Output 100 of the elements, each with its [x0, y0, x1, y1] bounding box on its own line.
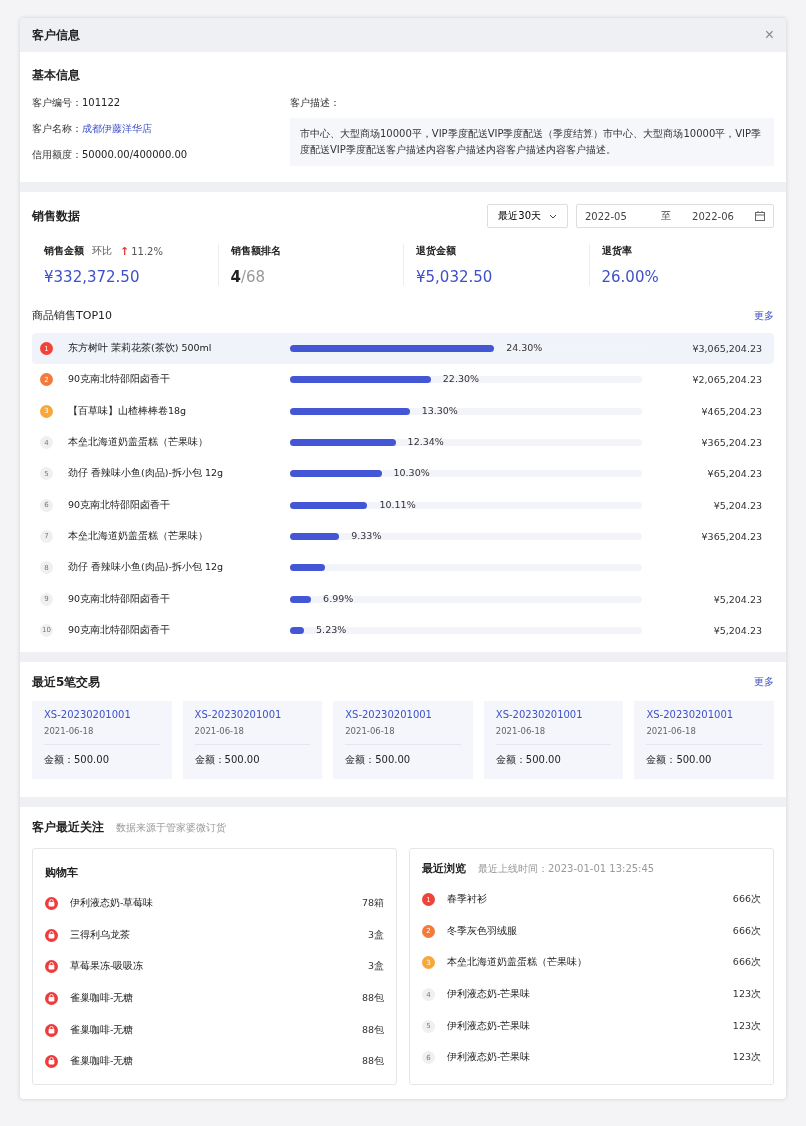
sales-percent: 10.30%: [393, 466, 430, 481]
trade-date: 2021-06-18: [44, 725, 160, 745]
panel-title: 最近浏览: [422, 860, 466, 876]
product-name: 本垒北海道奶盖蛋糕（芒果味）: [68, 529, 209, 543]
subsection-title: 商品销售TOP10: [32, 308, 112, 323]
browse-item-name: 冬季灰色羽绒服: [447, 924, 518, 938]
rank-total: /68: [240, 268, 266, 286]
date-range-field[interactable]: 2022-05 至 2022-06: [576, 204, 774, 228]
product-name: 本垒北海道奶盖蛋糕（芒果味）: [68, 436, 209, 450]
stat-value: ¥332,372.50: [44, 268, 141, 286]
cart-item-quantity: 3盒: [367, 960, 384, 974]
panel-title: 购物车: [45, 865, 78, 879]
sales-amount: ¥5,204.23: [712, 593, 762, 605]
info-field: 客户名称：成都伊藤洋华店: [32, 122, 282, 136]
rank-value: 4: [230, 268, 241, 286]
product-name: 劲仔 香辣味小鱼(肉品)-拆小包 12g: [68, 467, 224, 481]
trade-amount: 金额：500.00: [194, 752, 261, 767]
sales-amount: ¥3,065,204.23: [691, 343, 762, 355]
trade-card[interactable]: XS-20230201001 2021-06-18 金额：500.00: [333, 700, 473, 779]
trade-date: 2021-06-18: [194, 725, 311, 745]
trade-card[interactable]: XS-20230201001 2021-06-18 金额：500.00: [634, 700, 774, 779]
sales-percent: 5.23%: [316, 622, 347, 637]
product-name: 90克南北特邵阳卤香干: [68, 373, 172, 387]
stat-value: ¥5,032.50: [416, 268, 494, 286]
shopping-bag-icon: [45, 1055, 58, 1069]
section-title: 基本信息: [32, 68, 80, 82]
browse-item-name: 伊利液态奶-芒果味: [447, 988, 532, 1002]
browse-count: 666次: [732, 893, 761, 907]
sales-percent: 24.30%: [506, 341, 543, 356]
sales-amount: ¥5,204.23: [712, 624, 762, 636]
product-name: 90克南北特邵阳卤香干: [68, 623, 172, 637]
product-name: 90克南北特邵阳卤香干: [68, 592, 172, 606]
cart-item-quantity: 78箱: [361, 897, 384, 911]
trade-id[interactable]: XS-20230201001: [194, 708, 311, 720]
more-link[interactable]: 更多: [754, 675, 774, 690]
sales-percent: 6.99%: [323, 591, 354, 606]
stat-label: 销售额排名: [230, 244, 281, 258]
trade-id[interactable]: XS-20230201001: [44, 708, 160, 720]
browse-count: 123次: [732, 1019, 761, 1033]
product-name: 东方树叶 茉莉花茶(茶饮) 500ml: [68, 342, 213, 356]
info-field: 客户编号：101122: [32, 96, 282, 110]
shopping-bag-icon: [45, 960, 58, 974]
compare-label: 环比: [92, 244, 112, 258]
trend-arrow: ↑: [120, 244, 130, 258]
browse-count: 666次: [732, 956, 761, 970]
sales-amount: ¥365,204.23: [700, 437, 762, 449]
browse-item-name: 春季衬衫: [447, 893, 488, 907]
sales-percent: 9.33%: [351, 528, 382, 543]
sales-amount: ¥365,204.23: [700, 530, 762, 542]
stat-label: 退货率: [601, 244, 632, 258]
sales-amount: ¥5,204.23: [712, 499, 762, 511]
trade-card[interactable]: XS-20230201001 2021-06-18 金额：500.00: [182, 700, 323, 779]
sales-amount: ¥65,204.23: [706, 468, 762, 480]
panel-note: 最近上线时间：2023-01-01 13:25:45: [478, 861, 655, 876]
cart-item-name: 雀巢咖啡-无糖: [70, 1055, 135, 1069]
browse-item-name: 本垒北海道奶盖蛋糕（芒果味）: [447, 956, 588, 970]
trade-date: 2021-06-18: [345, 725, 461, 745]
browse-count: 123次: [732, 1051, 761, 1065]
trade-id[interactable]: XS-20230201001: [495, 708, 612, 720]
trade-date: 2021-06-18: [495, 725, 612, 745]
trade-id[interactable]: XS-20230201001: [646, 708, 762, 720]
browse-item-name: 伊利液态奶-芒果味: [447, 1019, 532, 1033]
cart-item-name: 三得利乌龙茶: [70, 928, 131, 942]
section-note: 数据来源于管家婆微订货: [116, 820, 226, 835]
chevron-down-icon: [549, 213, 557, 219]
sales-percent: 22.30%: [442, 372, 480, 387]
window-title: 客户信息: [32, 26, 80, 44]
cart-item-quantity: 88包: [361, 1055, 384, 1069]
trade-date: 2021-06-18: [646, 725, 762, 745]
info-field: 信用额度：50000.00/400000.00: [32, 148, 282, 162]
section-title: 客户最近关注: [32, 818, 104, 836]
more-link[interactable]: 更多: [754, 308, 774, 323]
sales-percent: 13.30%: [421, 403, 458, 418]
description-label: 客户描述：: [290, 96, 341, 110]
shopping-bag-icon: [45, 897, 58, 911]
browse-item-name: 伊利液态奶-芒果味: [447, 1051, 532, 1065]
cart-item-name: 草莓果冻-吸吸冻: [70, 960, 145, 974]
cart-item-name: 伊利液态奶-草莓味: [70, 897, 155, 911]
shopping-bag-icon: [45, 928, 58, 942]
compare-value: 11.2%: [131, 245, 163, 257]
trade-card[interactable]: XS-20230201001 2021-06-18 金额：500.00: [32, 700, 172, 779]
stat-value: 26.00%: [601, 268, 660, 286]
cart-item-quantity: 88包: [361, 1023, 384, 1037]
product-name: 【百草味】山楂棒棒卷18g: [68, 404, 188, 418]
product-name: 90克南北特邵阳卤香干: [68, 498, 172, 512]
calendar-icon: [755, 211, 765, 221]
stat-label: 退货金额: [416, 244, 456, 258]
shopping-bag-icon: [45, 1023, 58, 1037]
period-dropdown[interactable]: 最近30天: [487, 204, 568, 228]
sales-amount: ¥2,065,204.23: [691, 374, 762, 386]
sales-percent: 10.11%: [379, 497, 416, 512]
sales-amount: ¥465,204.23: [700, 405, 762, 417]
cart-item-name: 雀巢咖啡-无糖: [70, 992, 135, 1006]
browse-count: 123次: [732, 988, 761, 1002]
trade-card[interactable]: XS-20230201001 2021-06-18 金额：500.00: [483, 700, 624, 779]
section-title: 最近5笔交易: [32, 673, 101, 691]
trade-id[interactable]: XS-20230201001: [345, 708, 461, 720]
cart-item-name: 雀巢咖啡-无糖: [70, 1023, 135, 1037]
description-text: 市中心、大型商场10000平，VIP季度配送VIP季度配送（季度结算）市中心、大型商场10000平，VIP季度配送VIP季度配送客户描述内容客户描述内容客户描述内容客户描述。: [290, 118, 774, 166]
sales-percent: 12.34%: [407, 435, 444, 450]
